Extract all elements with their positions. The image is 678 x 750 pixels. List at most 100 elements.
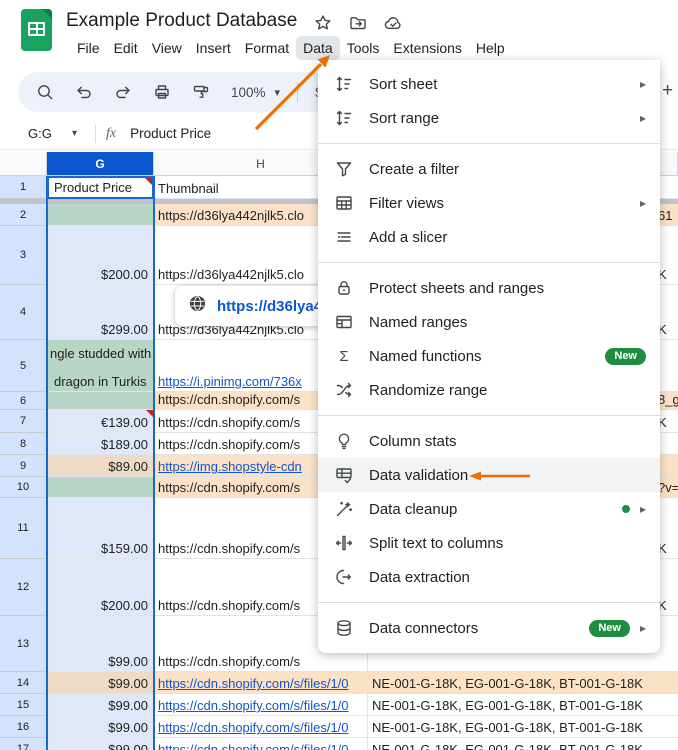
cell-H17[interactable]: https://cdn.shopify.com/s/files/1/0 [154, 738, 368, 750]
cell-G17[interactable]: $99.00 [47, 738, 154, 750]
menu-item-label: Add a slicer [369, 229, 447, 246]
cell-H16[interactable]: https://cdn.shopify.com/s/files/1/0 [154, 716, 368, 738]
undo-icon[interactable] [73, 81, 95, 103]
cell-G12[interactable]: $200.00 [47, 559, 154, 616]
redo-icon[interactable] [112, 81, 134, 103]
cell-G7[interactable]: €139.00 [47, 410, 154, 433]
menu-item-randomize-range[interactable]: Randomize range [318, 373, 660, 407]
menu-item-named-functions[interactable]: ΣNamed functionsNew [318, 339, 660, 373]
toolbar-plus-button[interactable]: + [662, 80, 673, 102]
cell-G1[interactable]: Product Price [47, 176, 154, 199]
menubar-item-edit[interactable]: Edit [107, 36, 145, 60]
cell-I14[interactable]: NE-001-G-18K, EG-001-G-18K, BT-001-G-18K [368, 672, 678, 694]
link-preview-popup[interactable]: https://d36lya4 [175, 286, 333, 326]
formula-input[interactable]: Product Price [130, 126, 211, 141]
menu-item-add-a-slicer[interactable]: Add a slicer [318, 220, 660, 254]
name-box-caret-icon[interactable]: ▾ [72, 128, 77, 139]
cell-G13[interactable]: $99.00 [47, 616, 154, 672]
row-header-12[interactable]: 12 [0, 559, 47, 616]
cell-link-text[interactable]: https://cdn.shopify.com/s/files/1/0 [158, 742, 349, 750]
row-header-13[interactable]: 13 [0, 616, 47, 672]
row-header-16[interactable]: 16 [0, 716, 47, 738]
row-header-11[interactable]: 11 [0, 498, 47, 559]
menu-item-sort-range[interactable]: Sort range▸ [318, 101, 660, 135]
cell-G10[interactable] [47, 477, 154, 498]
row-header-17[interactable]: 17 [0, 738, 47, 750]
menubar-item-data[interactable]: Data [296, 36, 340, 60]
menubar-item-insert[interactable]: Insert [189, 36, 238, 60]
menu-item-data-connectors[interactable]: Data connectorsNew▸ [318, 611, 660, 645]
cell-G2[interactable] [47, 204, 154, 226]
menu-item-data-validation[interactable]: Data validation [318, 458, 660, 492]
menu-divider [318, 262, 660, 263]
search-icon[interactable] [34, 81, 56, 103]
row-header-1[interactable]: 1 [0, 176, 47, 199]
menubar-item-format[interactable]: Format [238, 36, 296, 60]
menubar-item-tools[interactable]: Tools [340, 36, 387, 60]
cell-I15[interactable]: NE-001-G-18K, EG-001-G-18K, BT-001-G-18K [368, 694, 678, 716]
menu-item-create-a-filter[interactable]: Create a filter [318, 152, 660, 186]
cell-G6[interactable] [47, 392, 154, 410]
link-preview-url[interactable]: https://d36lya4 [217, 298, 322, 315]
cell-G16[interactable]: $99.00 [47, 716, 154, 738]
row-header-4[interactable]: 4 [0, 285, 47, 340]
row-header-10[interactable]: 10 [0, 477, 47, 498]
select-all-corner[interactable] [0, 152, 47, 176]
star-icon[interactable] [312, 12, 334, 34]
cell-I16[interactable]: NE-001-G-18K, EG-001-G-18K, BT-001-G-18K [368, 716, 678, 738]
menu-item-column-stats[interactable]: Column stats [318, 424, 660, 458]
cell-G14[interactable]: $99.00 [47, 672, 154, 694]
row-header-7[interactable]: 7 [0, 410, 47, 433]
cell-link-text[interactable]: https://cdn.shopify.com/s/files/1/0 [158, 676, 349, 691]
row-header-3[interactable]: 3 [0, 226, 47, 285]
cell-G8[interactable]: $189.00 [47, 433, 154, 455]
row-header-6[interactable]: 6 [0, 392, 47, 410]
menu-item-named-ranges[interactable]: Named ranges [318, 305, 660, 339]
menu-divider [318, 415, 660, 416]
sheets-logo-icon[interactable] [21, 9, 52, 51]
cell-text: $200.00 [101, 598, 148, 613]
menu-item-filter-views[interactable]: Filter views▸ [318, 186, 660, 220]
column-header-g[interactable]: G [47, 152, 154, 176]
row-header-15[interactable]: 15 [0, 694, 47, 716]
menubar-item-help[interactable]: Help [469, 36, 512, 60]
cell-G15[interactable]: $99.00 [47, 694, 154, 716]
menu-item-data-extraction[interactable]: Data extraction [318, 560, 660, 594]
cell-G4[interactable]: $299.00 [47, 285, 154, 340]
cell-text: NE-001-G-18K, EG-001-G-18K, BT-001-G-18K [372, 742, 643, 750]
row-header-5[interactable]: 5 [0, 340, 47, 392]
cell-H15[interactable]: https://cdn.shopify.com/s/files/1/0 [154, 694, 368, 716]
document-title[interactable]: Example Product Database [66, 10, 297, 32]
sort-icon [334, 74, 354, 94]
cell-H14[interactable]: https://cdn.shopify.com/s/files/1/0 [154, 672, 368, 694]
move-folder-icon[interactable] [347, 12, 369, 34]
cell-link-text[interactable]: https://cdn.shopify.com/s/files/1/0 [158, 720, 349, 735]
cell-G3[interactable]: $200.00 [47, 226, 154, 285]
cell-link-text[interactable]: https://img.shopstyle-cdn [158, 459, 302, 474]
print-icon[interactable] [151, 81, 173, 103]
menu-item-data-cleanup[interactable]: Data cleanup▸ [318, 492, 660, 526]
zoom-select[interactable]: 100% [231, 85, 266, 100]
menubar-item-view[interactable]: View [145, 36, 189, 60]
cell-G5[interactable]: ngle studded withdragon in Turkis [47, 340, 154, 392]
menu-item-protect-sheets-and-ranges[interactable]: Protect sheets and ranges [318, 271, 660, 305]
cell-link-text[interactable]: https://i.pinimg.com/736x [158, 374, 302, 389]
row-header-8[interactable]: 8 [0, 433, 47, 455]
submenu-arrow-icon: ▸ [640, 77, 646, 91]
cell-G9[interactable]: $89.00 [47, 455, 154, 477]
row-header-9[interactable]: 9 [0, 455, 47, 477]
row-header-2[interactable]: 2 [0, 204, 47, 226]
overflow-text-line: dragon in Turkis [54, 374, 147, 389]
zoom-caret-icon[interactable]: ▾ [275, 86, 281, 99]
cell-text: $99.00 [108, 742, 148, 750]
cloud-status-icon[interactable] [382, 12, 404, 34]
paint-format-icon[interactable] [190, 81, 212, 103]
menubar-item-file[interactable]: File [70, 36, 107, 60]
menubar-item-extensions[interactable]: Extensions [386, 36, 468, 60]
cell-G11[interactable]: $159.00 [47, 498, 154, 559]
cell-I17[interactable]: NE-001-G-18K, EG-001-G-18K, BT-001-G-18K [368, 738, 678, 750]
menu-item-sort-sheet[interactable]: Sort sheet▸ [318, 67, 660, 101]
row-header-14[interactable]: 14 [0, 672, 47, 694]
cell-link-text[interactable]: https://cdn.shopify.com/s/files/1/0 [158, 698, 349, 713]
menu-item-split-text-to-columns[interactable]: Split text to columns [318, 526, 660, 560]
